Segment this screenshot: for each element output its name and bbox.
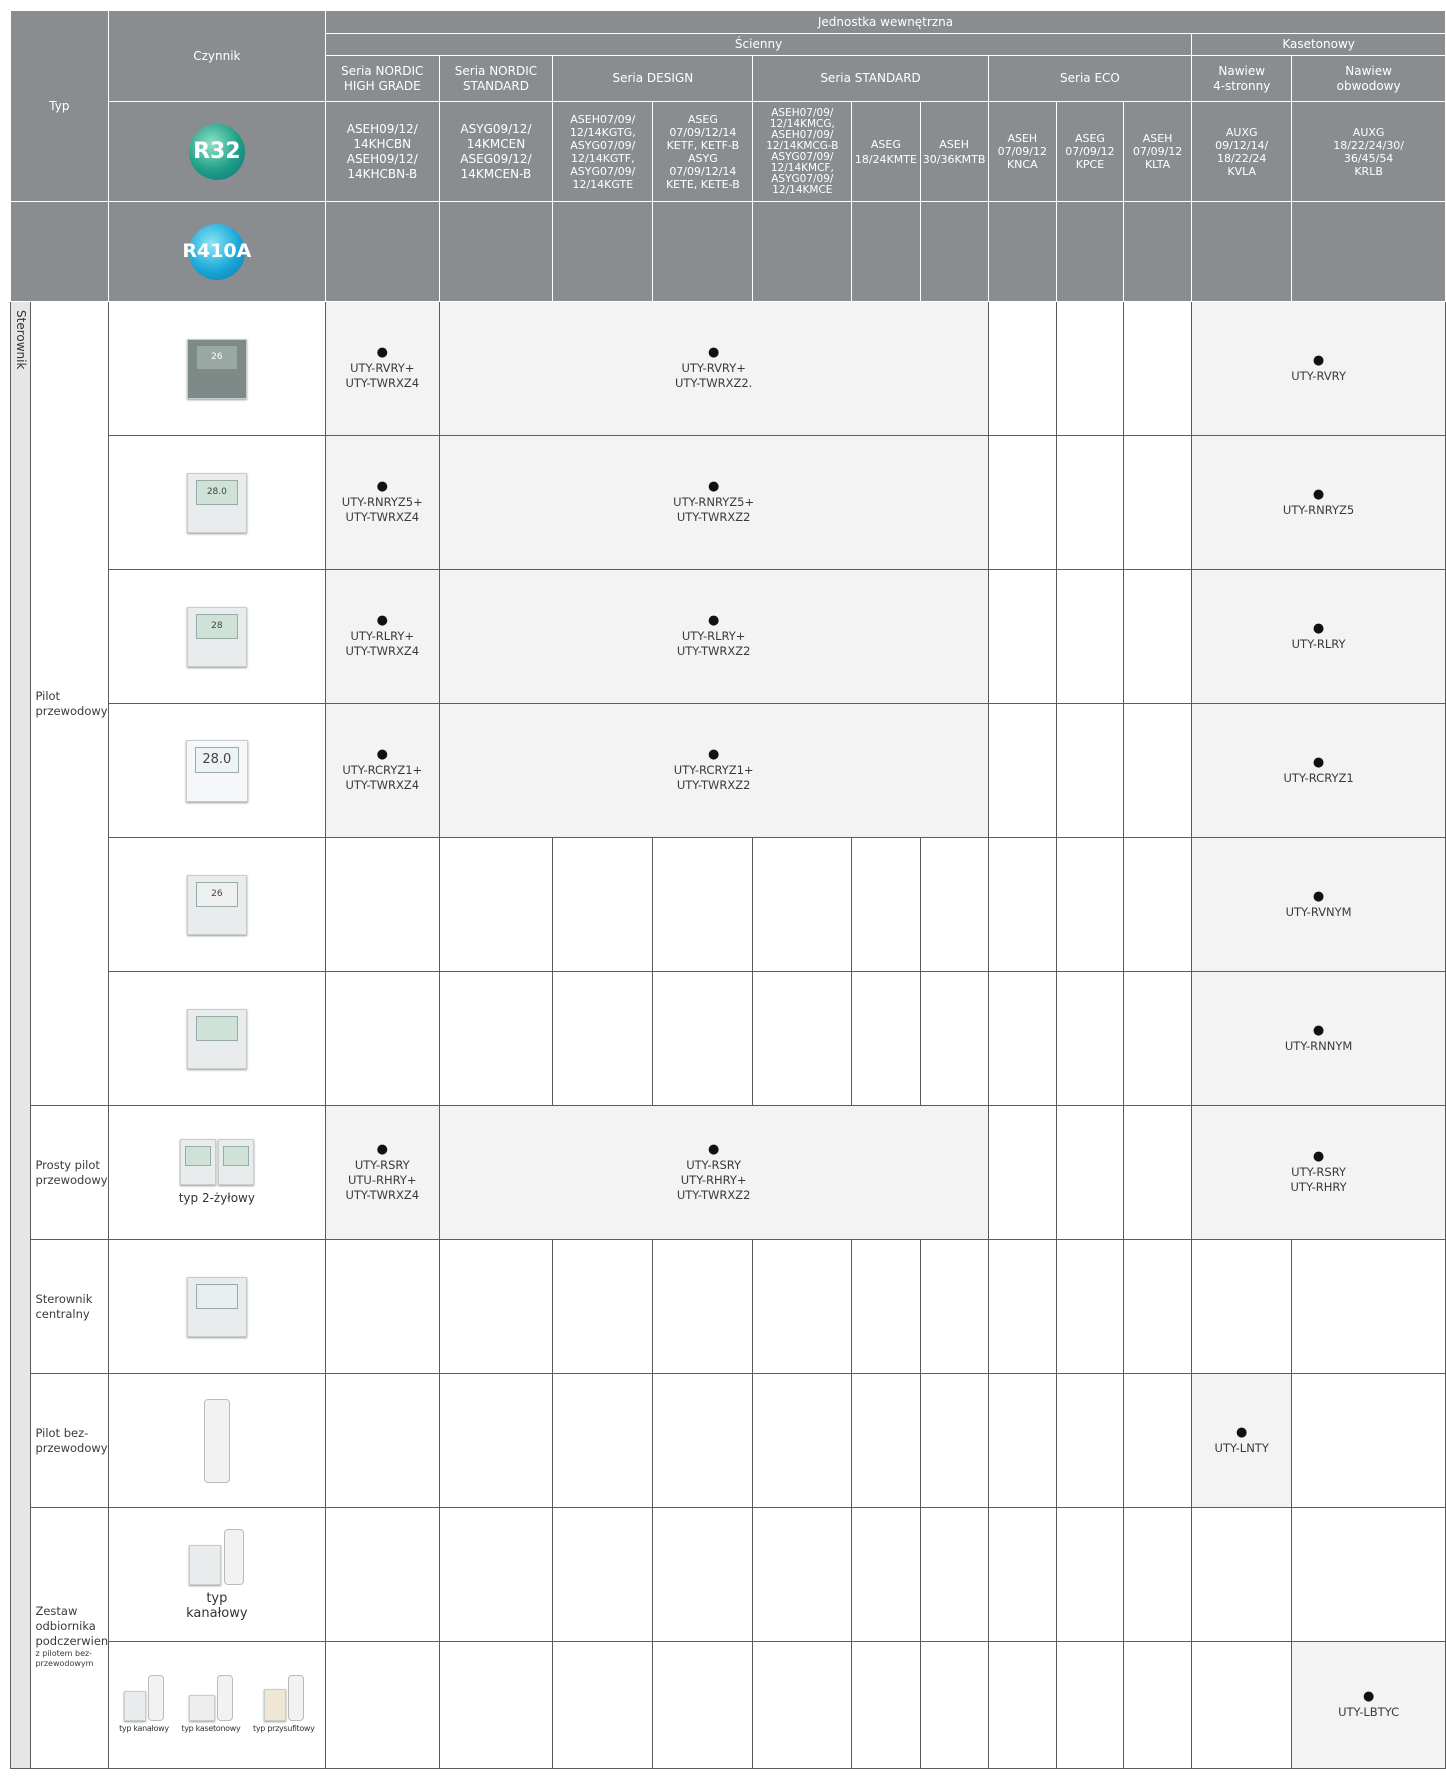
series-nordic-high: Seria NORDIC HIGH GRADE xyxy=(324,55,440,102)
wired-remote-rvnym-icon: 26 xyxy=(186,874,247,935)
device-cell: typ kanałowy xyxy=(107,1507,326,1642)
model-cell: ASEH 07/09/12 KLTA xyxy=(1122,101,1193,202)
model-cell: AUXG 09/12/14/ 18/22/24 KVLA xyxy=(1191,101,1293,202)
model-cell: ASEG 18/24KMTE xyxy=(851,101,921,202)
model-cell: ASEH09/12/ 14KHCBN ASEH09/12/ 14KHCBN-B xyxy=(324,101,440,202)
device-cell: 26 xyxy=(107,301,326,436)
compat-cell: ● UTY-RSRY UTY-RHRY xyxy=(1191,1105,1446,1240)
device-cell: typ 2-żyłowy xyxy=(107,1105,326,1240)
r410a-badge-icon: R410A xyxy=(182,223,251,280)
wireless-remote-icon xyxy=(224,1528,245,1585)
device-caption: typ kasetonowy xyxy=(181,1723,241,1733)
prosty-pilot-label: Prosty pilot przewodowy xyxy=(30,1105,109,1240)
model-cell: ASEH07/09/ 12/14KGTG, ASYG07/09/ 12/14KG… xyxy=(552,101,654,202)
receiver-kasetonowy-group: typ kasetonowy xyxy=(181,1674,241,1736)
ir-receiver-icon xyxy=(263,1688,286,1721)
ir-receiver-icon xyxy=(189,1544,222,1585)
device-cell: typ kanałowy typ kasetonowy typ przysufi… xyxy=(107,1641,326,1769)
series-standard: Seria STANDARD xyxy=(752,55,989,102)
compat-cell: ● UTY-RSRY UTU-RHRY+ UTY-TWRXZ4 xyxy=(324,1105,440,1240)
compat-cell: ● UTY-RNRYZ5+ UTY-TWRXZ2 xyxy=(438,435,989,570)
model-cell: ASEG 07/09/12/14 KETF, KETF-B ASYG 07/09… xyxy=(652,101,754,202)
r410a-cell: R410A xyxy=(107,201,326,302)
compat-cell: ● UTY-RSRY UTY-RHRY+ UTY-TWRXZ2 xyxy=(438,1105,989,1240)
compat-cell: ● UTY-LBTYC xyxy=(1291,1641,1446,1769)
device-caption: typ 2-żyłowy xyxy=(178,1191,255,1205)
receiver-przysufitowy-group: typ przysufitowy xyxy=(253,1674,315,1736)
device-cell: 28 xyxy=(107,569,326,704)
model-cell: ASEH 07/09/12 KNCA xyxy=(987,101,1057,202)
zestaw-label: Zestaw odbiornika podczerwieni z pilotem … xyxy=(30,1507,109,1769)
series-nawiew-obw: Nawiew obwodowy xyxy=(1291,55,1446,102)
wired-remote-rlry-icon: 28 xyxy=(186,606,247,667)
device-cell: 28.0 xyxy=(107,435,326,570)
simple-remote-icon xyxy=(217,1139,254,1185)
compat-cell: ● UTY-RLRY+ UTY-TWRXZ4 xyxy=(324,569,440,704)
device-caption: typ kanałowy xyxy=(119,1723,169,1733)
device-caption: typ przysufitowy xyxy=(253,1723,315,1733)
series-nawiew-4: Nawiew 4-stronny xyxy=(1191,55,1293,102)
device-cell xyxy=(107,1239,326,1374)
czynnik-header: Czynnik xyxy=(107,10,326,102)
ir-receiver-icon xyxy=(188,1694,215,1721)
device-cell: 28.0 xyxy=(107,703,326,838)
model-cell: ASEH07/09/ 12/14KMCG, ASEH07/09/ 12/14KM… xyxy=(752,101,853,202)
compat-cell: ● UTY-RNRYZ5+ UTY-TWRXZ4 xyxy=(324,435,440,570)
kasetonowy-header: Kasetonowy xyxy=(1191,33,1446,56)
model-cell: ASYG09/12/ 14KMCEN ASEG09/12/ 14KMCEN-B xyxy=(438,101,554,202)
simple-remote-icon xyxy=(179,1139,216,1185)
device-cell xyxy=(107,971,326,1106)
r32-cell: R32 xyxy=(107,101,326,202)
compat-cell: ● UTY-RVRY xyxy=(1191,301,1446,436)
wireless-remote-icon xyxy=(287,1674,304,1721)
device-cell: 26 xyxy=(107,837,326,972)
model-cell: ASEH 30/36KMTB xyxy=(919,101,989,202)
wired-remote-rvry-icon: 26 xyxy=(186,338,247,399)
jednostka-header: Jednostka wewnętrzna xyxy=(324,10,1446,34)
compat-cell: ● UTY-RVNYM xyxy=(1191,837,1446,972)
compat-cell: ● UTY-RCRYZ1+ UTY-TWRXZ4 xyxy=(324,703,440,838)
wireless-remote-icon xyxy=(203,1398,230,1483)
wired-remote-rcryz1-icon: 28.0 xyxy=(185,739,248,802)
model-cell: AUXG 18/22/24/30/ 36/45/54 KRLB xyxy=(1291,101,1446,202)
wireless-remote-icon xyxy=(216,1674,233,1721)
sterownik-side: Sterownik xyxy=(9,301,32,1769)
compat-cell: ● UTY-RCRYZ1+ UTY-TWRXZ2 xyxy=(438,703,989,838)
device-cell xyxy=(107,1373,326,1508)
series-nordic-standard: Seria NORDIC STANDARD xyxy=(438,55,554,102)
r32-badge-icon: R32 xyxy=(188,123,245,180)
wired-remote-rnryz5-icon: 28.0 xyxy=(186,472,247,533)
pilot-bezprzewodowy-label: Pilot bez- przewodowy xyxy=(30,1373,109,1508)
pilot-przewodowy-label: Pilot przewodowy xyxy=(30,301,109,1106)
series-eco: Seria ECO xyxy=(987,55,1193,102)
scienny-header: Ścienny xyxy=(324,33,1193,56)
compat-cell: ● UTY-RCRYZ1 xyxy=(1191,703,1446,838)
compat-cell: ● UTY-RVRY+ UTY-TWRXZ4 xyxy=(324,301,440,436)
device-caption: typ kanałowy xyxy=(186,1590,248,1621)
compatibility-table: Typ Czynnik Jednostka wewnętrzna Ścienny… xyxy=(9,10,1446,1769)
typ-header: Typ xyxy=(10,10,109,202)
central-controller-icon xyxy=(186,1276,247,1337)
receiver-kanalowy-group: typ kanałowy xyxy=(119,1674,169,1736)
compat-cell: ● UTY-RNNYM xyxy=(1191,971,1446,1106)
sterownik-centralny-label: Sterownik centralny xyxy=(30,1239,109,1374)
compat-cell: ● UTY-RVRY+ UTY-TWRXZ2. xyxy=(438,301,989,436)
model-cell: ASEG 07/09/12 KPCE xyxy=(1055,101,1124,202)
compat-cell: ● UTY-LNTY xyxy=(1191,1373,1293,1508)
wireless-remote-icon xyxy=(147,1674,164,1721)
wired-remote-rnnym-icon xyxy=(186,1008,247,1069)
compat-cell: ● UTY-RLRY+ UTY-TWRXZ2 xyxy=(438,569,989,704)
compat-cell: ● UTY-RNRYZ5 xyxy=(1191,435,1446,570)
compat-cell: ● UTY-RLRY xyxy=(1191,569,1446,704)
ir-receiver-icon xyxy=(123,1690,146,1721)
series-design: Seria DESIGN xyxy=(552,55,754,102)
